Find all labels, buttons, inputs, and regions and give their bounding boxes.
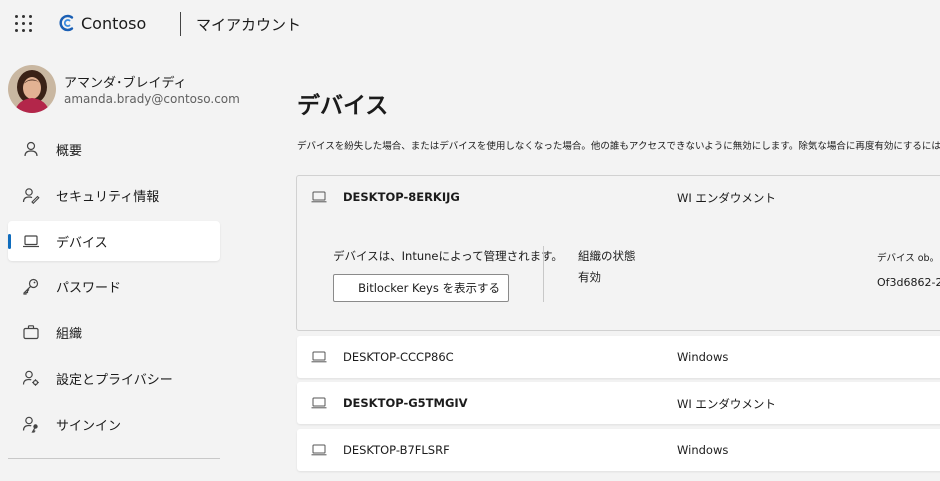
header-divider xyxy=(180,12,181,36)
org-state-label: 組織の状態 xyxy=(578,249,636,263)
app-launcher-icon[interactable] xyxy=(15,15,33,33)
device-type: WI エンダウメント xyxy=(677,397,776,411)
sidebar-item-organization[interactable]: 組織 xyxy=(8,312,220,352)
details-divider xyxy=(543,246,544,302)
sidebar: アマンダ･ブレイディ amanda.brady@contoso.com 概要 セ… xyxy=(0,48,240,481)
sidebar-item-security-info[interactable]: セキュリティ情報 xyxy=(8,175,220,215)
device-card-expanded: DESKTOP-8ERKIJG WI エンダウメント デバイスは、Intuneに… xyxy=(296,175,940,331)
contoso-logo-icon xyxy=(59,14,74,32)
security-info-icon xyxy=(22,188,40,204)
sidebar-item-overview[interactable]: 概要 xyxy=(8,129,220,169)
person-key-icon xyxy=(22,416,38,433)
avatar[interactable] xyxy=(8,65,56,113)
device-name: DESKTOP-8ERKIJG xyxy=(343,190,460,204)
device-row[interactable]: DESKTOP-CCCP86C Windows xyxy=(297,336,940,378)
device-row[interactable]: DESKTOP-B7FLSRF Windows xyxy=(297,429,940,471)
app-title: マイアカウント xyxy=(196,16,302,34)
sidebar-item-label: サインイン xyxy=(56,419,122,434)
device-type: WI エンダウメント xyxy=(677,191,776,205)
sidebar-item-settings-privacy[interactable]: 設定とプライバシー xyxy=(8,358,220,398)
person-settings-icon xyxy=(22,370,39,386)
briefcase-icon xyxy=(23,325,39,340)
device-object-id-label: デバイス ob。 xyxy=(877,253,940,264)
managed-by-text: デバイスは、Intuneによって管理されます。 xyxy=(333,249,563,263)
view-bitlocker-keys-button[interactable]: Bitlocker Keys を表示する xyxy=(333,274,509,302)
person-icon xyxy=(24,141,38,157)
sidebar-item-label: デバイス xyxy=(56,236,108,251)
top-bar: Contoso マイアカウント xyxy=(0,0,940,48)
page-description: デバイスを紛失した場合、またはデバイスを使用しなくなった場合。他の誰もアクセスで… xyxy=(297,141,940,152)
device-name: DESKTOP-G5TMGIV xyxy=(343,396,468,410)
sidebar-item-devices[interactable]: デバイス xyxy=(8,221,220,261)
page-title: デバイス xyxy=(297,93,389,119)
laptop-icon xyxy=(311,444,327,456)
sidebar-item-label: 設定とプライバシー xyxy=(56,373,173,388)
sidebar-item-label: 概要 xyxy=(56,144,83,159)
sidebar-item-label: セキュリティ情報 xyxy=(56,190,160,205)
device-name: DESKTOP-CCCP86C xyxy=(343,350,454,364)
active-indicator xyxy=(8,234,11,249)
brand-name: Contoso xyxy=(81,14,147,33)
device-object-id-value: Of3d6862-2 xyxy=(877,276,940,289)
user-email: amanda.brady@contoso.com xyxy=(64,92,240,106)
sidebar-divider xyxy=(8,458,220,459)
device-row-header[interactable]: DESKTOP-8ERKIJG WI エンダウメント xyxy=(297,176,940,218)
sidebar-item-label: 組織 xyxy=(56,327,83,342)
user-name: アマンダ･ブレイディ xyxy=(64,76,187,91)
laptop-icon xyxy=(311,351,327,363)
device-row[interactable]: DESKTOP-G5TMGIV WI エンダウメント xyxy=(297,382,940,424)
laptop-icon xyxy=(311,191,327,203)
device-name: DESKTOP-B7FLSRF xyxy=(343,443,450,457)
sidebar-item-sign-in[interactable]: サインイン xyxy=(8,404,220,444)
device-type: Windows xyxy=(677,443,729,457)
sidebar-item-label: パスワード xyxy=(56,281,122,296)
org-state-value: 有効 xyxy=(578,270,601,284)
sidebar-item-password[interactable]: パスワード xyxy=(8,266,220,306)
laptop-icon xyxy=(311,397,327,409)
device-type: Windows xyxy=(677,350,729,364)
laptop-icon xyxy=(23,235,39,248)
key-icon xyxy=(23,278,39,295)
